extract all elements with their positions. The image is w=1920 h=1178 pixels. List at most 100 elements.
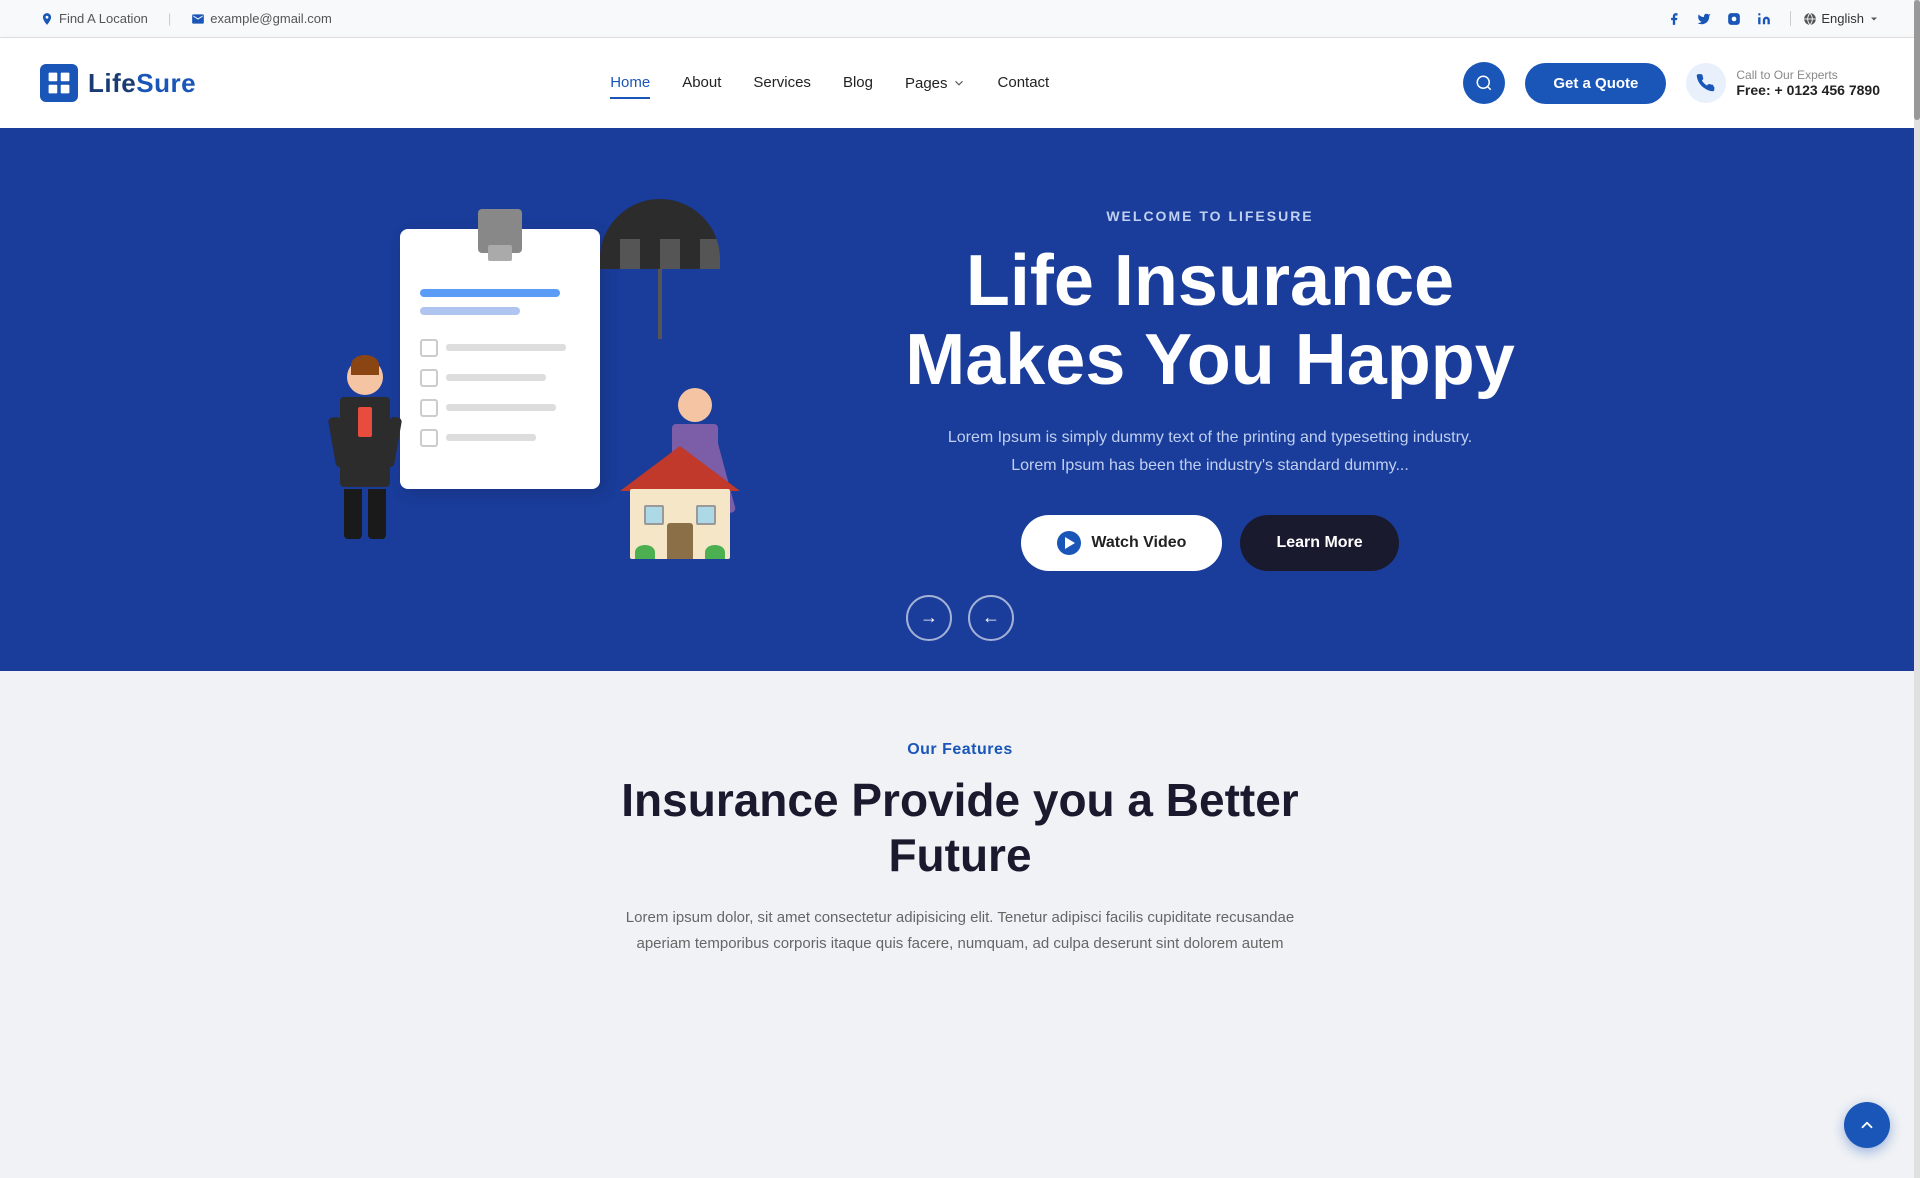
globe-icon bbox=[1803, 12, 1817, 26]
divider: | bbox=[168, 11, 171, 26]
find-location-text: Find A Location bbox=[59, 11, 148, 26]
umbrella bbox=[600, 199, 720, 339]
email-link[interactable]: example@gmail.com bbox=[191, 11, 332, 26]
phone-icon bbox=[1696, 73, 1716, 93]
umbrella-handle bbox=[658, 269, 662, 339]
find-location-link[interactable]: Find A Location bbox=[40, 11, 148, 26]
hero-title: Life Insurance Makes You Happy bbox=[820, 242, 1600, 400]
call-number: Free: + 0123 456 7890 bbox=[1736, 82, 1880, 98]
navbar: LifeSure Home About Services Blog Pages … bbox=[0, 38, 1920, 128]
hero-section: WELCOME TO LIFESURE Life Insurance Makes… bbox=[0, 128, 1920, 671]
logo-text: LifeSure bbox=[88, 68, 196, 99]
hero-description: Lorem Ipsum is simply dummy text of the … bbox=[930, 424, 1490, 478]
hero-buttons: Watch Video Learn More bbox=[820, 515, 1600, 571]
watch-video-button[interactable]: Watch Video bbox=[1021, 515, 1222, 571]
hero-illustration bbox=[320, 199, 780, 579]
clipboard bbox=[400, 229, 600, 489]
chevron-down-icon bbox=[1868, 13, 1880, 25]
carousel-nav: → ← bbox=[906, 595, 1014, 641]
search-icon bbox=[1475, 74, 1493, 92]
features-title-line1: Insurance Provide you a Better bbox=[621, 774, 1298, 826]
house-bush-left bbox=[635, 545, 655, 559]
hero-title-line1: Life Insurance bbox=[966, 241, 1454, 321]
checkbox-2 bbox=[420, 369, 438, 387]
house-door bbox=[667, 523, 693, 559]
person-left-body bbox=[340, 397, 390, 487]
person-left-arm-l bbox=[328, 417, 349, 468]
get-quote-button[interactable]: Get a Quote bbox=[1525, 63, 1666, 104]
nav-item-home[interactable]: Home bbox=[610, 74, 650, 92]
checkbox-1 bbox=[420, 339, 438, 357]
top-bar-left: Find A Location | example@gmail.com bbox=[40, 11, 332, 26]
person-right-head bbox=[678, 388, 712, 422]
arrow-up-icon bbox=[1858, 1116, 1876, 1134]
nav-link-blog[interactable]: Blog bbox=[843, 69, 873, 96]
nav-item-services[interactable]: Services bbox=[753, 74, 811, 92]
features-title-line2: Future bbox=[888, 829, 1031, 881]
instagram-icon[interactable] bbox=[1724, 9, 1744, 29]
nav-item-about[interactable]: About bbox=[682, 74, 721, 92]
cbtext-1 bbox=[446, 344, 566, 351]
person-left bbox=[330, 359, 400, 559]
play-icon bbox=[1057, 531, 1081, 555]
cbtext-2 bbox=[446, 374, 546, 381]
nav-menu: Home About Services Blog Pages Contact bbox=[610, 70, 1049, 97]
carousel-prev-button[interactable]: ← bbox=[968, 595, 1014, 641]
person-left-hair bbox=[351, 355, 379, 375]
illus-line-2 bbox=[420, 307, 520, 315]
scroll-to-top-button[interactable] bbox=[1844, 1102, 1890, 1148]
features-title: Insurance Provide you a Better Future bbox=[40, 773, 1880, 883]
cbtext-3 bbox=[446, 404, 556, 411]
logo-icon bbox=[40, 64, 78, 102]
house-window-left bbox=[644, 505, 664, 525]
illus-line-1 bbox=[420, 289, 560, 297]
nav-link-contact[interactable]: Contact bbox=[998, 69, 1050, 96]
person-left-legs bbox=[330, 489, 400, 539]
person-left-head bbox=[347, 359, 383, 395]
nav-link-home[interactable]: Home bbox=[610, 69, 650, 96]
house-body bbox=[630, 489, 730, 559]
location-icon bbox=[40, 12, 54, 26]
linkedin-icon[interactable] bbox=[1754, 9, 1774, 29]
twitter-icon[interactable] bbox=[1694, 9, 1714, 29]
pages-chevron-icon bbox=[952, 76, 966, 90]
search-button[interactable] bbox=[1463, 62, 1505, 104]
call-info: Call to Our Experts Free: + 0123 456 789… bbox=[1686, 63, 1880, 103]
person-left-leg-l bbox=[344, 489, 362, 539]
house-roof bbox=[620, 446, 740, 491]
nav-right: Get a Quote Call to Our Experts Free: + … bbox=[1463, 62, 1880, 104]
checkbox-3 bbox=[420, 399, 438, 417]
logo-svg bbox=[46, 70, 72, 96]
nav-link-services[interactable]: Services bbox=[753, 69, 811, 96]
top-bar-right: English bbox=[1664, 9, 1880, 29]
top-bar: Find A Location | example@gmail.com Engl… bbox=[0, 0, 1920, 38]
features-label: Our Features bbox=[40, 741, 1880, 759]
scrollbar[interactable] bbox=[1914, 0, 1920, 1178]
call-label: Call to Our Experts bbox=[1736, 68, 1880, 82]
nav-item-blog[interactable]: Blog bbox=[843, 74, 873, 92]
house-bush-right bbox=[705, 545, 725, 559]
hero-welcome-label: WELCOME TO LIFESURE bbox=[820, 208, 1600, 224]
language-selector[interactable]: English bbox=[1790, 11, 1880, 26]
nav-item-contact[interactable]: Contact bbox=[998, 74, 1050, 92]
nav-link-about[interactable]: About bbox=[682, 69, 721, 96]
house bbox=[620, 449, 740, 559]
house-window-right bbox=[696, 505, 716, 525]
nav-item-pages[interactable]: Pages bbox=[905, 70, 966, 97]
scrollbar-thumb bbox=[1914, 0, 1920, 120]
pages-label: Pages bbox=[905, 75, 948, 92]
person-left-arm-r bbox=[382, 417, 403, 468]
learn-more-button[interactable]: Learn More bbox=[1240, 515, 1398, 571]
logo[interactable]: LifeSure bbox=[40, 64, 196, 102]
hero-title-line2: Makes You Happy bbox=[905, 320, 1515, 400]
carousel-next-button[interactable]: → bbox=[906, 595, 952, 641]
hero-inner: WELCOME TO LIFESURE Life Insurance Makes… bbox=[260, 128, 1660, 671]
call-text: Call to Our Experts Free: + 0123 456 789… bbox=[1736, 68, 1880, 98]
features-section: Our Features Insurance Provide you a Bet… bbox=[0, 671, 1920, 996]
facebook-icon[interactable] bbox=[1664, 9, 1684, 29]
phone-icon-wrap bbox=[1686, 63, 1726, 103]
checkbox-4 bbox=[420, 429, 438, 447]
language-text: English bbox=[1821, 11, 1864, 26]
cbtext-4 bbox=[446, 434, 536, 441]
nav-link-pages[interactable]: Pages bbox=[905, 70, 966, 97]
